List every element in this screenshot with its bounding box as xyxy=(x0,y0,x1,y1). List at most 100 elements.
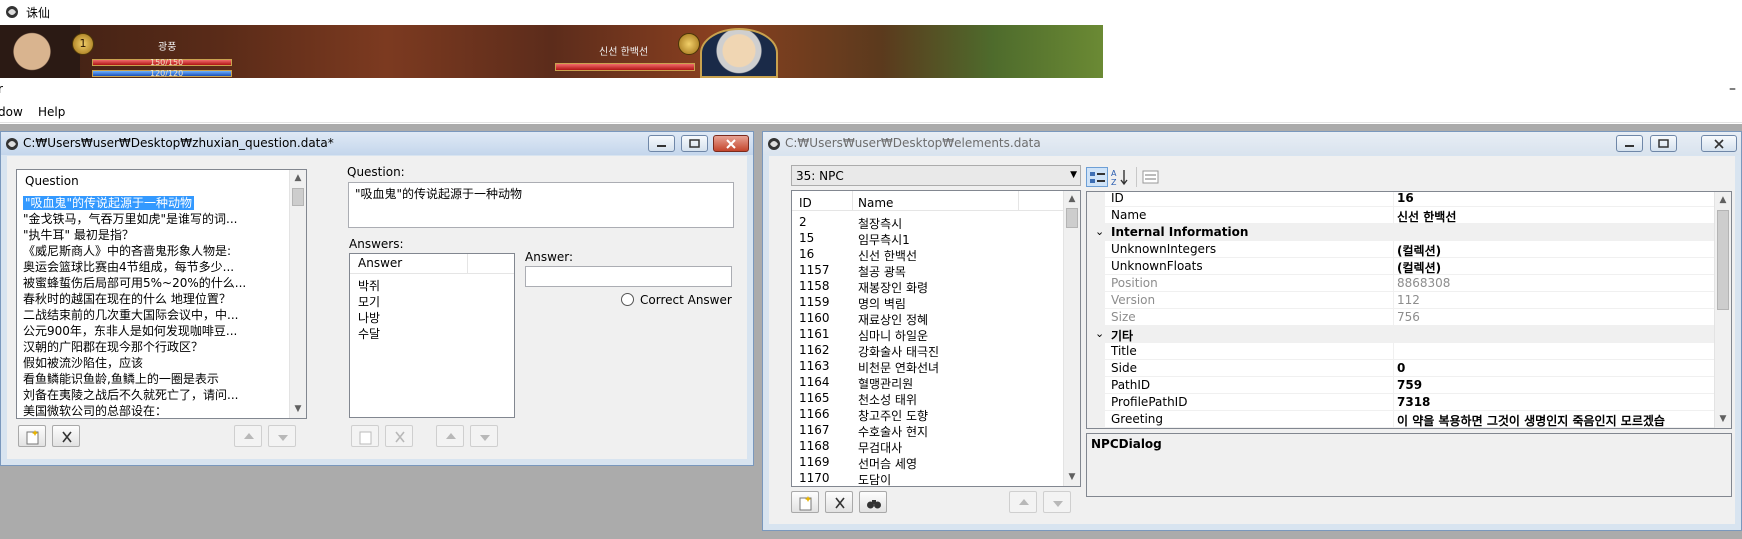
element-row-name[interactable]: 강화술사 태극진 xyxy=(858,343,939,360)
element-row-id[interactable]: 16 xyxy=(799,247,814,261)
property-category[interactable]: ⌄ Internal Information xyxy=(1087,224,1714,241)
question-list-item[interactable]: 假如被流沙陷住，应该 xyxy=(23,354,143,371)
scroll-up-arrow-icon[interactable]: ▲ xyxy=(1064,191,1080,208)
element-row-id[interactable]: 2 xyxy=(799,215,807,229)
property-row[interactable]: ProfilePathID 7318 xyxy=(1087,394,1714,411)
delete-question-button[interactable] xyxy=(52,425,80,447)
element-row-name[interactable]: 임무측시1 xyxy=(858,231,910,248)
question-list-item[interactable]: 奥运会篮球比赛由4节组成，每节多少... xyxy=(23,258,234,275)
question-list-item[interactable]: "金戈铁马，气吞万里如虎"是谁写的词... xyxy=(23,210,237,227)
property-row[interactable]: Size 756 xyxy=(1087,309,1714,326)
question-list-item[interactable]: 春秋时的越国在现在的什么 地理位置？ xyxy=(23,290,231,307)
scroll-down-arrow-icon[interactable]: ▼ xyxy=(290,401,306,418)
question-list-item[interactable]: "执牛耳" 最初是指？ xyxy=(23,226,134,243)
element-row-name[interactable]: 철공 광목 xyxy=(858,263,906,280)
answer-list-item[interactable]: 수달 xyxy=(358,325,380,342)
elements-list[interactable]: ID Name 2 철장측시 15 임무측시1 16 신선 한백선 1157 철공 광목 115… xyxy=(791,190,1081,487)
element-row-name[interactable]: 비천문 연화선녀 xyxy=(858,359,939,376)
property-grid[interactable]: ID 16 Name 신선 한백선 ⌄ Internal Information Unkno… xyxy=(1086,191,1732,429)
answers-list[interactable]: Answer 박쥐 모기 나방 수달 xyxy=(349,253,515,418)
element-row-id[interactable]: 1160 xyxy=(799,311,830,325)
elements-minimize-button[interactable] xyxy=(1616,135,1643,152)
property-grid-scrollbar[interactable]: ▲ ▼ xyxy=(1714,192,1731,428)
property-category[interactable]: ⌄ 기타 xyxy=(1087,326,1714,343)
search-element-button[interactable] xyxy=(859,491,887,513)
property-row[interactable]: Name 신선 한백선 xyxy=(1087,207,1714,224)
element-row-id[interactable]: 1167 xyxy=(799,423,830,437)
answer-list-item[interactable]: 박쥐 xyxy=(358,277,380,294)
elements-window-titlebar[interactable]: C:₩Users₩user₩Desktop₩elements.data xyxy=(763,132,1741,155)
element-row-id[interactable]: 1164 xyxy=(799,375,830,389)
scroll-thumb[interactable] xyxy=(292,188,304,206)
element-row-name[interactable]: 창고주인 도향 xyxy=(858,407,928,424)
element-row-name[interactable]: 무검대사 xyxy=(858,439,902,456)
elements-id-header[interactable]: ID xyxy=(799,196,812,210)
move-answer-down-button[interactable] xyxy=(470,425,498,447)
correct-answer-radio[interactable] xyxy=(621,293,634,306)
element-row-id[interactable]: 1168 xyxy=(799,439,830,453)
category-dropdown[interactable]: 35: NPC ▼ xyxy=(791,165,1081,186)
scroll-down-arrow-icon[interactable]: ▼ xyxy=(1064,469,1080,486)
property-row[interactable]: Side 0 xyxy=(1087,360,1714,377)
element-row-id[interactable]: 1163 xyxy=(799,359,830,373)
delete-element-button[interactable] xyxy=(825,491,853,513)
element-row-id[interactable]: 1169 xyxy=(799,455,830,469)
answer-textbox[interactable] xyxy=(525,266,732,287)
menu-help[interactable]: Help xyxy=(38,105,65,119)
menu-window[interactable]: dow xyxy=(0,105,23,119)
element-row-name[interactable]: 천소성 태위 xyxy=(858,391,917,408)
element-row-name[interactable]: 신선 한백선 xyxy=(858,247,917,264)
property-row[interactable]: NPCDialog0 xyxy=(1087,428,1714,429)
scroll-thumb[interactable] xyxy=(1717,210,1729,310)
question-list-item[interactable]: 二战结束前的几次重大国际会议中，中... xyxy=(23,306,238,323)
property-value[interactable]: 759 xyxy=(1397,378,1422,392)
property-value[interactable]: 0 xyxy=(1397,361,1405,375)
add-element-button[interactable] xyxy=(791,491,819,513)
element-row-name[interactable]: 명의 벽림 xyxy=(858,295,906,312)
move-answer-up-button[interactable] xyxy=(436,425,464,447)
element-row-id[interactable]: 1157 xyxy=(799,263,830,277)
question-list-scrollbar[interactable]: ▲ ▼ xyxy=(289,170,306,418)
property-row[interactable]: Title xyxy=(1087,343,1714,360)
property-row[interactable]: UnknownFloats (컬렉션) xyxy=(1087,258,1714,275)
property-value[interactable]: 7318 xyxy=(1397,395,1430,409)
property-value[interactable]: 8868308 xyxy=(1397,276,1450,290)
element-row-id[interactable]: 1170 xyxy=(799,471,830,485)
question-list-item[interactable]: 刘备在夷陵之战后不久就死亡了，请问... xyxy=(23,386,238,403)
element-row-id[interactable]: 1165 xyxy=(799,391,830,405)
move-element-up-button[interactable] xyxy=(1009,491,1037,513)
property-row[interactable]: ID 16 xyxy=(1087,192,1714,207)
property-value[interactable]: 112 xyxy=(1397,293,1420,307)
element-row-name[interactable]: 재봉장인 화령 xyxy=(858,279,928,296)
move-element-down-button[interactable] xyxy=(1043,491,1071,513)
property-row[interactable]: UnknownIntegers (컬렉션) xyxy=(1087,241,1714,258)
element-row-id[interactable]: 1158 xyxy=(799,279,830,293)
element-row-name[interactable]: 도담이 xyxy=(858,471,891,486)
answer-list-item[interactable]: 나방 xyxy=(358,309,380,326)
question-window-titlebar[interactable]: C:₩Users₩user₩Desktop₩zhuxian_question.d… xyxy=(1,132,753,155)
question-maximize-button[interactable] xyxy=(681,135,708,152)
question-list[interactable]: Question "吸血鬼"的传说起源于一种动物 "金戈铁马，气吞万里如虎"是谁写… xyxy=(16,169,307,419)
element-row-name[interactable]: 재료상인 정혜 xyxy=(858,311,928,328)
property-pages-button[interactable] xyxy=(1140,167,1162,187)
scroll-down-arrow-icon[interactable]: ▼ xyxy=(1715,411,1731,428)
element-row-name[interactable]: 선머슴 세영 xyxy=(858,455,917,472)
answer-list-item[interactable]: 모기 xyxy=(358,293,380,310)
elements-list-scrollbar[interactable]: ▲ ▼ xyxy=(1063,191,1080,486)
element-row-id[interactable]: 1166 xyxy=(799,407,830,421)
question-list-item[interactable]: 《威尼斯商人》中的吝啬鬼形象人物是: xyxy=(23,242,231,259)
element-row-id[interactable]: 15 xyxy=(799,231,814,245)
property-row[interactable]: Version 112 xyxy=(1087,292,1714,309)
property-value[interactable]: 신선 한백선 xyxy=(1397,208,1456,225)
property-value[interactable]: 이 약을 복용하면 그것이 생명인지 죽음인지 모르겠습 xyxy=(1397,412,1665,428)
property-row[interactable]: PathID 759 xyxy=(1087,377,1714,394)
element-row-name[interactable]: 철장측시 xyxy=(858,215,902,232)
property-value[interactable]: 16 xyxy=(1397,192,1414,205)
element-row-id[interactable]: 1161 xyxy=(799,327,830,341)
elements-maximize-button[interactable] xyxy=(1650,135,1677,152)
question-list-item[interactable]: 美国微软公司的总部设在： xyxy=(23,402,167,418)
question-minimize-button[interactable] xyxy=(648,135,675,152)
add-answer-button[interactable] xyxy=(351,425,379,447)
property-row[interactable]: Position 8868308 xyxy=(1087,275,1714,292)
element-row-name[interactable]: 혈맹관리원 xyxy=(858,375,913,392)
